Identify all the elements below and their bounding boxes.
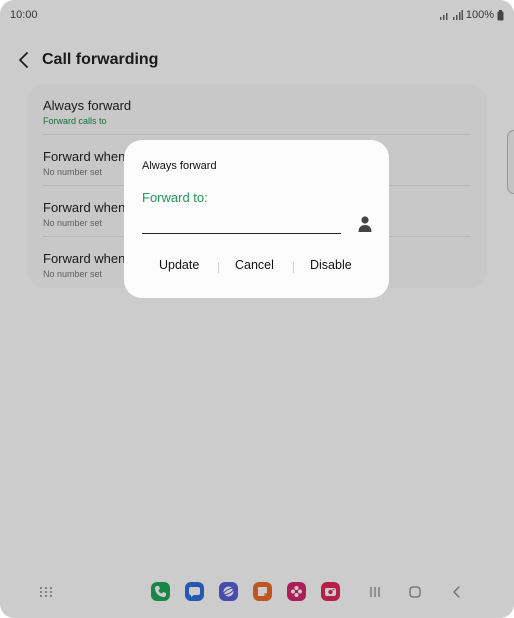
disable-button[interactable]: Disable	[310, 258, 352, 272]
dialog-scrim[interactable]	[0, 0, 514, 618]
screen: 10:00 100% Call forwarding Always forwar…	[0, 0, 514, 618]
contact-person-icon[interactable]	[357, 215, 373, 233]
forward-to-label: Forward to:	[142, 190, 208, 205]
dialog-buttons: Update Cancel Disable	[124, 258, 389, 276]
forward-number-input[interactable]	[142, 216, 341, 234]
cancel-button[interactable]: Cancel	[235, 258, 274, 272]
dialog-title: Always forward	[142, 160, 217, 172]
button-separator	[218, 262, 219, 273]
always-forward-dialog: Always forward Forward to: Update Cancel…	[124, 140, 389, 298]
update-button[interactable]: Update	[159, 258, 199, 272]
button-separator	[293, 262, 294, 273]
